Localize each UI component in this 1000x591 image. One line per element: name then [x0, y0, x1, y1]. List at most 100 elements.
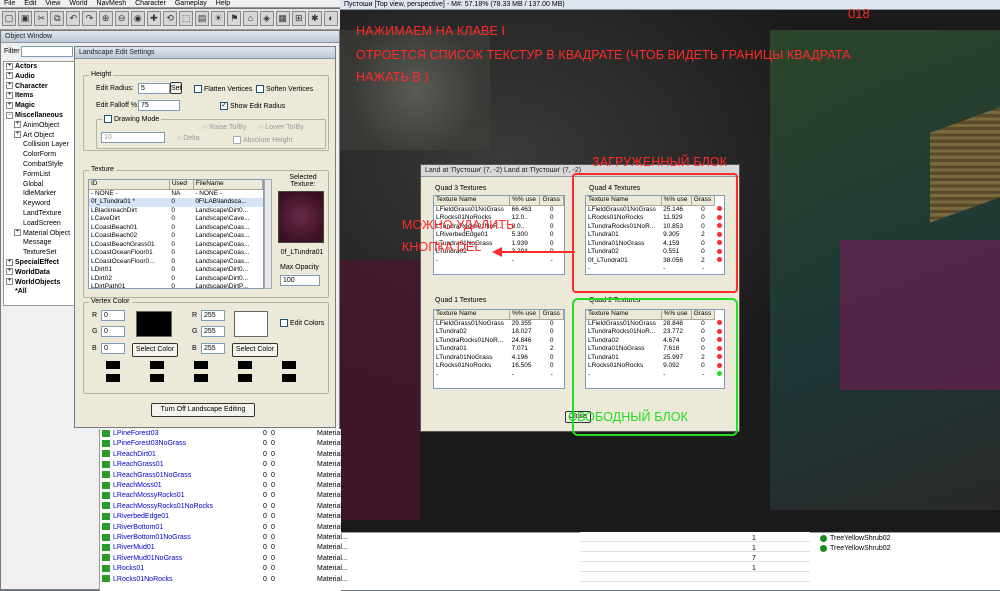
- tree-item[interactable]: + Items: [6, 91, 74, 101]
- right-r-input[interactable]: 255: [201, 310, 225, 321]
- quad-row[interactable]: LTundra01 7.071 2: [434, 345, 564, 354]
- delta-radio[interactable]: ○ Delta: [177, 135, 200, 142]
- color-swatch[interactable]: [194, 374, 208, 382]
- quad3-list[interactable]: Texture Name%% use Grass LFieldGrass01NoGr…: [433, 195, 565, 275]
- absolute-checkbox[interactable]: Absolute Height: [233, 136, 292, 144]
- column-header[interactable]: %% use: [509, 310, 541, 320]
- tree-item[interactable]: Keyword: [6, 199, 74, 209]
- table-row[interactable]: LRiverMud01NoGrass 0 0 Material...: [100, 554, 348, 564]
- menu-item-world[interactable]: World: [69, 0, 87, 7]
- color-swatch[interactable]: [238, 374, 252, 382]
- tree-item[interactable]: Collision Layer: [6, 140, 74, 150]
- tree-item[interactable]: *All: [6, 287, 74, 297]
- table-row[interactable]: LReachGrass01NoGrass 0 0 Material...: [100, 471, 348, 481]
- expand-icon[interactable]: +: [6, 72, 13, 80]
- quad-row[interactable]: LTundra01NoGrass 4.196 0: [434, 354, 564, 363]
- column-header[interactable]: %% use: [509, 196, 541, 206]
- color-swatch[interactable]: [282, 361, 296, 369]
- flatten-box[interactable]: [194, 85, 202, 93]
- expand-icon[interactable]: +: [14, 229, 21, 237]
- menu-item-gameplay[interactable]: Gameplay: [175, 0, 207, 7]
- quad-row[interactable]: LTundraRocks01NoR... 24.846 0: [434, 337, 564, 346]
- table-row[interactable]: LReachDirt01 0 0 Material...: [100, 450, 348, 460]
- expand-icon[interactable]: +: [6, 278, 13, 286]
- expand-icon[interactable]: +: [6, 258, 13, 266]
- toolbar-button-icon[interactable]: ⊞: [291, 11, 306, 26]
- menu-item-help[interactable]: Help: [216, 0, 230, 7]
- table-row[interactable]: LReachGrass01 0 0 Material...: [100, 460, 348, 470]
- select-color-right-button[interactable]: Select Color: [232, 343, 278, 357]
- tree-item[interactable]: - Miscellaneous: [6, 111, 74, 121]
- tree-item[interactable]: LandTexture: [6, 209, 74, 219]
- tree-item[interactable]: TextureSet: [6, 248, 74, 258]
- toolbar-button-icon[interactable]: ▤: [195, 11, 210, 26]
- table-row[interactable]: LReachMossyRocks01 0 0 Material...: [100, 491, 348, 501]
- texture-row[interactable]: 0f_LTundra01 * 0 0F\LAB\landsca...: [89, 198, 263, 207]
- raise-radio[interactable]: ○ Raise To/By: [203, 124, 246, 131]
- toolbar-button-icon[interactable]: ▣: [18, 11, 33, 26]
- absolute-box[interactable]: [233, 136, 241, 144]
- edit-colors-checkbox[interactable]: Edit Colors: [280, 319, 324, 327]
- edit-radius-input[interactable]: 5: [138, 83, 170, 94]
- table-row[interactable]: LRocks01NoRocks 0 0 Material...: [100, 575, 348, 585]
- quad-row[interactable]: LFieldGrass01NoGrass 29.355 0: [434, 319, 564, 328]
- max-opacity-input[interactable]: 100: [280, 275, 320, 286]
- table-row[interactable]: LRiverBottom01 0 0 Material...: [100, 523, 348, 533]
- tree-item[interactable]: + Audio: [6, 72, 74, 82]
- drawing-mode-box[interactable]: [104, 115, 112, 123]
- texture-row[interactable]: LDirtPath01 0 Landscape\DirtP...: [89, 283, 263, 288]
- texture-row[interactable]: LCoastOceanFloor01 0 Landscape\Coas...: [89, 249, 263, 258]
- menu-item-character[interactable]: Character: [135, 0, 166, 7]
- tree-item[interactable]: + WorldData: [6, 268, 74, 278]
- turn-off-editing-button[interactable]: Turn Off Landscape Editing: [151, 403, 255, 417]
- show-radius-checkbox[interactable]: ✓ Show Edit Radius: [220, 102, 285, 110]
- toolbar-button-icon[interactable]: ⌂: [243, 11, 258, 26]
- tree-item[interactable]: FormList: [6, 170, 74, 180]
- texture-list[interactable]: ID Used FileName - NONE - NA - NONE -0f_LTund…: [88, 179, 264, 289]
- expand-icon[interactable]: +: [6, 101, 13, 109]
- menu-item-file[interactable]: File: [4, 0, 15, 7]
- texture-scrollbar[interactable]: [264, 179, 272, 289]
- expand-icon[interactable]: +: [6, 268, 13, 276]
- column-header[interactable]: Texture Name: [434, 196, 511, 206]
- texture-row[interactable]: LCoastOceanFloor0... 0 Landscape\Coas...: [89, 258, 263, 267]
- list-item[interactable]: TreeYellowShrub02: [820, 544, 1000, 554]
- expand-icon[interactable]: +: [14, 121, 21, 129]
- toolbar-button-icon[interactable]: ✚: [146, 11, 161, 26]
- tree-item[interactable]: + Art Object: [6, 131, 74, 141]
- toolbar-button-icon[interactable]: ⊖: [114, 11, 129, 26]
- soften-box[interactable]: [256, 85, 264, 93]
- tree-item[interactable]: + WorldObjects: [6, 278, 74, 288]
- set-button[interactable]: Set: [170, 82, 182, 94]
- texture-row[interactable]: LCoastBeachGrass01 0 Landscape\Coas...: [89, 241, 263, 250]
- tree-item[interactable]: ColorForm: [6, 150, 74, 160]
- toolbar-button-icon[interactable]: ◐: [323, 11, 338, 26]
- color-swatch[interactable]: [150, 374, 164, 382]
- toolbar-button-icon[interactable]: ✱: [307, 11, 322, 26]
- tree-item[interactable]: Message: [6, 238, 74, 248]
- toolbar-button-icon[interactable]: ☀: [211, 11, 226, 26]
- table-row[interactable]: LRiverMud01 0 0 Material...: [100, 543, 348, 553]
- color-swatch[interactable]: [238, 361, 252, 369]
- column-header[interactable]: Used: [169, 180, 194, 190]
- expand-icon[interactable]: +: [6, 92, 13, 100]
- toolbar-button-icon[interactable]: ⚑: [227, 11, 242, 26]
- table-row[interactable]: LPineForest03 0 0 Material...: [100, 429, 348, 439]
- column-header[interactable]: ID: [89, 180, 170, 190]
- right-b-input[interactable]: 255: [201, 343, 225, 354]
- left-b-input[interactable]: 0: [101, 343, 125, 354]
- column-header[interactable]: FileName: [193, 180, 263, 190]
- column-header[interactable]: Texture Name: [434, 310, 511, 320]
- color-swatch[interactable]: [106, 361, 120, 369]
- left-g-input[interactable]: 0: [101, 326, 125, 337]
- expand-icon[interactable]: +: [6, 82, 13, 90]
- texture-row[interactable]: LDirt01 0 Landscape\Dirt0...: [89, 266, 263, 275]
- color-swatch[interactable]: [194, 361, 208, 369]
- list-item[interactable]: TreeYellowShrub02: [820, 534, 1000, 544]
- toolbar-button-icon[interactable]: ↶: [66, 11, 81, 26]
- toolbar-button-icon[interactable]: ✂: [34, 11, 49, 26]
- menu-item-navmesh[interactable]: NavMesh: [97, 0, 127, 7]
- select-color-left-button[interactable]: Select Color: [132, 343, 178, 357]
- tree-item[interactable]: + Magic: [6, 101, 74, 111]
- column-header[interactable]: Grass: [539, 196, 564, 206]
